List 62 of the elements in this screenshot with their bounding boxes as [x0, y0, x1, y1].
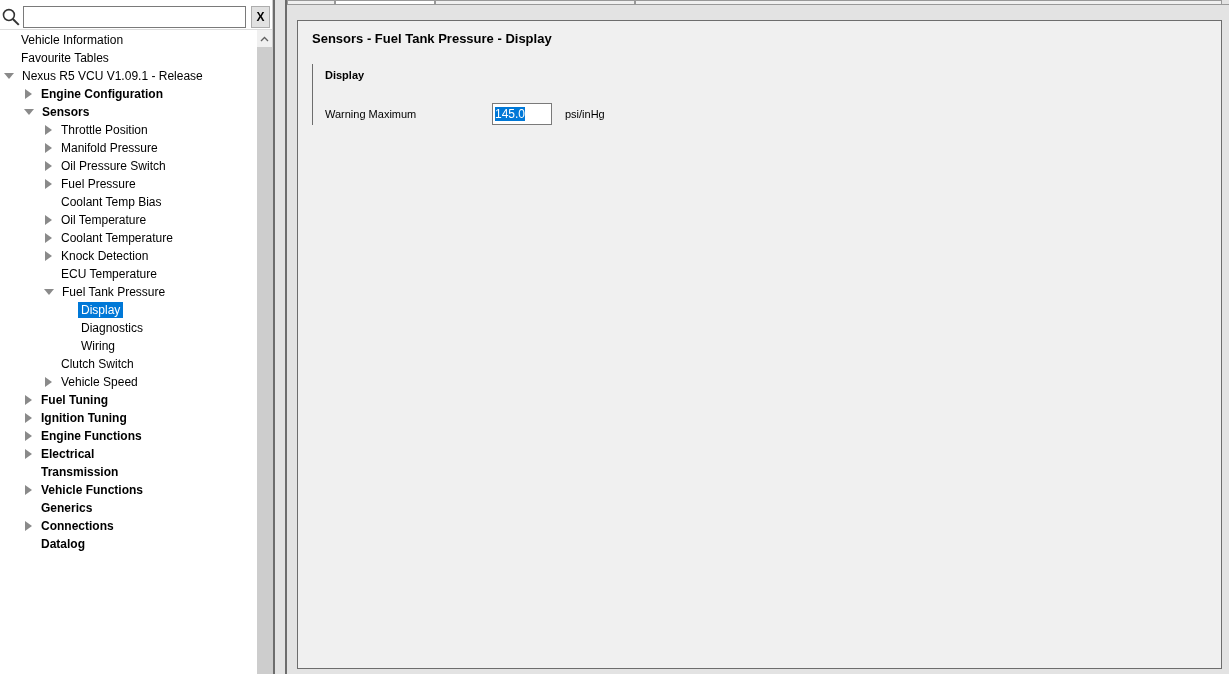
expand-arrow-icon[interactable] [25, 521, 32, 531]
expand-arrow-icon[interactable] [45, 143, 52, 153]
expand-arrow-icon[interactable] [45, 233, 52, 243]
collapse-arrow-icon[interactable] [24, 109, 34, 115]
collapse-arrow-icon[interactable] [4, 73, 14, 79]
splitter-bar[interactable] [273, 0, 285, 674]
tree-item[interactable]: Diagnostics [78, 320, 147, 336]
tree-item[interactable]: Fuel Tank Pressure [59, 284, 169, 300]
tree-item[interactable]: Coolant Temp Bias [58, 194, 165, 210]
tab[interactable] [335, 0, 435, 4]
tree-item[interactable]: Transmission [38, 464, 122, 480]
tree-item[interactable]: Manifold Pressure [58, 140, 161, 156]
collapse-arrow-icon[interactable] [44, 289, 54, 295]
tree-item[interactable]: Sensors [39, 104, 93, 120]
expand-arrow-icon[interactable] [25, 395, 32, 405]
scroll-up-icon[interactable] [260, 35, 269, 42]
tree-item[interactable]: Vehicle Functions [38, 482, 147, 498]
tree-item[interactable]: ECU Temperature [58, 266, 160, 282]
group-title: Display [325, 67, 366, 83]
tree-item[interactable]: Connections [38, 518, 117, 534]
tree-item[interactable]: Engine Functions [38, 428, 145, 444]
expand-arrow-icon[interactable] [45, 161, 52, 171]
tree-item[interactable]: Display [78, 302, 124, 318]
tree-item[interactable]: Engine Configuration [38, 86, 166, 102]
tree-item[interactable]: Electrical [38, 446, 98, 462]
expand-arrow-icon[interactable] [25, 431, 32, 441]
tree-item[interactable]: Vehicle Information [18, 32, 127, 48]
tree-item[interactable]: Oil Pressure Switch [58, 158, 169, 174]
tree-item[interactable]: Wiring [78, 338, 118, 354]
tree-item[interactable]: Vehicle Speed [58, 374, 141, 390]
tree-item[interactable]: Throttle Position [58, 122, 151, 138]
tab[interactable] [635, 0, 1222, 4]
tab[interactable] [287, 0, 335, 4]
expand-arrow-icon[interactable] [25, 485, 32, 495]
number-field[interactable]: 145.0 [492, 103, 552, 125]
tree-item[interactable]: Ignition Tuning [38, 410, 130, 426]
search-icon [2, 7, 20, 26]
field-label: Warning Maximum [325, 106, 418, 122]
expand-arrow-icon[interactable] [45, 251, 52, 261]
expand-arrow-icon[interactable] [25, 89, 32, 99]
tree-item[interactable]: Fuel Pressure [58, 176, 139, 192]
tree-item[interactable]: Fuel Tuning [38, 392, 112, 408]
tree-item[interactable]: Datalog [38, 536, 88, 552]
expand-arrow-icon[interactable] [45, 125, 52, 135]
tree-item[interactable]: Knock Detection [58, 248, 152, 264]
expand-arrow-icon[interactable] [45, 179, 52, 189]
tree-item[interactable]: Favourite Tables [18, 50, 112, 66]
expand-arrow-icon[interactable] [45, 215, 52, 225]
tree-item[interactable]: Oil Temperature [58, 212, 150, 228]
tab[interactable] [435, 0, 635, 4]
tree-item[interactable]: Generics [38, 500, 96, 516]
unit-label: psi/inHg [565, 106, 605, 122]
expand-arrow-icon[interactable] [25, 413, 32, 423]
tree-item[interactable]: Clutch Switch [58, 356, 137, 372]
clear-button[interactable]: X [251, 5, 270, 28]
expand-arrow-icon[interactable] [45, 377, 52, 387]
tree-item[interactable]: Nexus R5 VCU V1.09.1 - Release [19, 68, 206, 84]
tree-item[interactable]: Coolant Temperature [58, 230, 176, 246]
expand-arrow-icon[interactable] [25, 449, 32, 459]
panel-title: Sensors - Fuel Tank Pressure - Display [312, 30, 553, 48]
scrollbar[interactable] [257, 30, 272, 674]
search-field[interactable] [22, 5, 247, 28]
